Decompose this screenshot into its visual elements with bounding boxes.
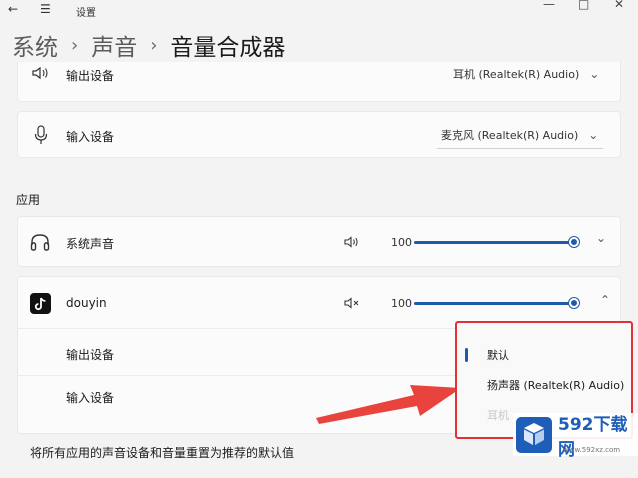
back-arrow-icon[interactable]: ← <box>8 2 18 16</box>
app-output-device-label: 输出设备 <box>66 348 115 362</box>
input-device-dropdown[interactable]: 麦克风 (Realtek(R) Audio) ⌄ <box>441 127 598 143</box>
breadcrumb-separator-icon: › <box>71 34 79 56</box>
popup-item-default[interactable]: 默认 <box>487 347 509 363</box>
output-device-dropdown[interactable]: 耳机 (Realtek(R) Audio) ⌄ <box>453 66 599 82</box>
input-device-label: 输入设备 <box>66 130 115 144</box>
title-bar: ← ☰ 设置 — □ ✕ <box>0 0 638 24</box>
headphones-icon <box>30 234 50 251</box>
breadcrumb-item-sound[interactable]: 声音 <box>91 28 137 62</box>
apps-section-title: 应用 <box>16 193 41 207</box>
microphone-icon <box>34 125 48 144</box>
watermark-logo-icon <box>516 416 552 453</box>
close-icon[interactable]: ✕ <box>614 0 624 11</box>
reset-defaults-text: 将所有应用的声音设备和音量重置为推荐的默认值 <box>30 446 295 460</box>
popup-item-headphones[interactable]: 耳机 <box>487 407 509 423</box>
volume-slider-thumb[interactable] <box>569 298 579 308</box>
output-device-value: 耳机 (Realtek(R) Audio) <box>453 68 580 81</box>
selected-indicator <box>465 348 468 362</box>
volume-slider-track[interactable] <box>414 302 574 305</box>
chevron-down-icon: ⌄ <box>588 128 599 142</box>
breadcrumb-separator-icon: › <box>150 34 158 56</box>
volume-slider-thumb[interactable] <box>569 237 579 247</box>
volume-value: 100 <box>391 297 412 310</box>
app-name: douyin <box>66 296 107 310</box>
chevron-down-icon[interactable]: ⌄ <box>596 231 606 245</box>
watermark-url: www.592xz.com <box>563 446 621 454</box>
speaker-icon <box>32 66 48 80</box>
annotation-arrow-icon <box>316 385 461 424</box>
popup-item-speaker[interactable]: 扬声器 (Realtek(R) Audio) <box>487 377 624 393</box>
maximize-icon[interactable]: □ <box>578 0 589 11</box>
chevron-up-icon[interactable]: ⌃ <box>600 293 610 307</box>
dropdown-underline <box>437 148 603 149</box>
minimize-icon[interactable]: — <box>543 0 555 11</box>
breadcrumb-item-system[interactable]: 系统 <box>12 28 58 62</box>
app-name: 系统声音 <box>66 237 115 251</box>
page-title: 音量合成器 <box>170 35 286 61</box>
window-title: 设置 <box>76 8 96 19</box>
breadcrumb: 系统 › 声音 › 音量合成器 <box>12 28 285 62</box>
volume-muted-icon[interactable] <box>344 297 360 309</box>
app-row-system-sounds[interactable]: 系统声音 100 ⌄ <box>17 216 621 267</box>
output-device-label: 输出设备 <box>66 69 115 83</box>
volume-slider-track[interactable] <box>414 241 574 244</box>
chevron-down-icon: ⌄ <box>589 67 600 81</box>
input-device-value: 麦克风 (Realtek(R) Audio) <box>441 129 579 142</box>
volume-value: 100 <box>391 236 412 249</box>
hamburger-menu-icon[interactable]: ☰ <box>40 2 51 16</box>
app-input-device-label: 输入设备 <box>66 391 115 405</box>
music-note-icon <box>34 297 46 311</box>
input-device-card: 输入设备 麦克风 (Realtek(R) Audio) ⌄ <box>17 111 621 158</box>
volume-icon[interactable] <box>344 236 360 248</box>
output-device-card: 输出设备 耳机 (Realtek(R) Audio) ⌄ <box>17 62 621 102</box>
douyin-app-icon <box>30 293 51 314</box>
